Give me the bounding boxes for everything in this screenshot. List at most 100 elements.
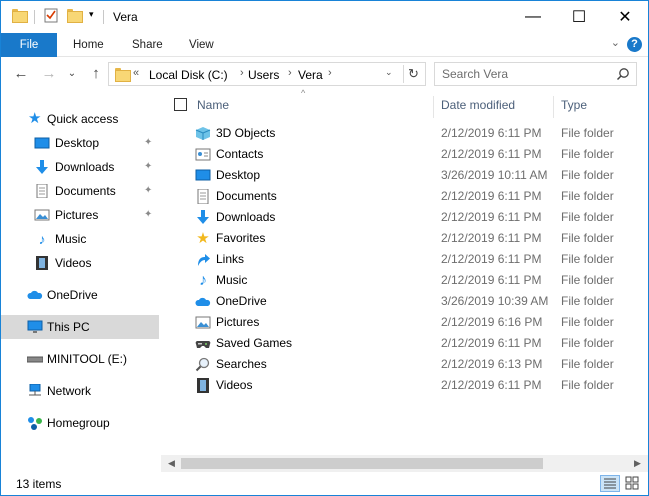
refresh-button[interactable]: ↻ [403,65,423,83]
maximize-button[interactable]: ☐ [556,1,602,33]
nav-item-videos[interactable]: Videos [1,251,159,275]
file-row-pictures[interactable]: Pictures 2/12/2019 6:16 PM File folder [161,312,648,333]
file-row-onedrive[interactable]: OneDrive 3/26/2019 10:39 AM File folder [161,291,648,312]
navigation-pane: ★ Quick access Desktop ✦ Downloads ✦ Doc… [1,92,161,472]
pictures-icon [34,209,50,221]
music-icon: ♪ [199,272,207,289]
nav-homegroup[interactable]: Homegroup [1,411,159,435]
breadcrumb-separator-icon[interactable]: › [288,67,292,79]
file-row-3d-objects[interactable]: 3D Objects 2/12/2019 6:11 PM File folder [161,123,648,144]
column-divider[interactable] [553,96,554,118]
column-divider[interactable] [433,96,434,118]
file-type: File folder [561,252,614,266]
pictures-icon [195,316,211,329]
file-type: File folder [561,336,614,350]
file-type: File folder [561,147,614,161]
file-name: Desktop [216,168,261,182]
sort-ascending-icon: ^ [301,88,306,98]
drive-icon [27,356,43,363]
file-row-saved-games[interactable]: Saved Games 2/12/2019 6:11 PM File folde… [161,333,648,354]
tab-file[interactable]: File [1,33,57,57]
nav-label: Videos [55,256,92,270]
window-title: Vera [113,10,138,24]
nav-item-music[interactable]: ♪ Music [1,227,159,251]
file-row-documents[interactable]: Documents 2/12/2019 6:11 PM File folder [161,186,648,207]
tab-share[interactable]: Share [118,33,177,57]
homegroup-icon [28,417,42,430]
file-type: File folder [561,231,614,245]
breadcrumb-separator-icon[interactable]: › [240,67,244,79]
nav-label: Network [47,384,92,398]
file-row-music[interactable]: ♪ Music 2/12/2019 6:11 PM File folder [161,270,648,291]
3d-objects-icon [195,127,211,140]
search-input[interactable] [435,63,611,85]
help-icon[interactable]: ? [627,37,642,52]
overflow-chevron-icon[interactable]: « [133,67,139,79]
file-row-desktop[interactable]: Desktop 3/26/2019 10:11 AM File folder [161,165,648,186]
minimize-button[interactable]: — [510,1,556,33]
file-row-links[interactable]: Links 2/12/2019 6:11 PM File folder [161,249,648,270]
file-type: File folder [561,168,614,182]
back-button[interactable]: ← [11,64,31,84]
address-bar[interactable]: « Local Disk (C:) › Users › Vera › ⌄ ↻ [108,62,426,86]
this-pc-icon [27,320,43,333]
forward-button[interactable]: → [39,64,59,84]
recent-locations-chevron-icon[interactable]: ⌄ [62,64,82,84]
breadcrumb-vera[interactable]: Vera [298,68,323,82]
large-icons-view-button[interactable] [623,475,643,492]
tab-home[interactable]: Home [59,33,118,57]
file-date: 2/12/2019 6:11 PM [441,252,542,266]
nav-network[interactable]: Network [1,379,159,403]
nav-label: Music [55,232,87,246]
nav-item-desktop[interactable]: Desktop ✦ [1,131,159,155]
nav-this-pc[interactable]: This PC [1,315,159,339]
horizontal-scrollbar[interactable]: ◀ ▶ [161,455,648,472]
details-view-button[interactable] [600,475,620,492]
file-row-downloads[interactable]: Downloads 2/12/2019 6:11 PM File folder [161,207,648,228]
breadcrumb-separator-icon[interactable]: › [328,67,332,79]
nav-quick-access[interactable]: ★ Quick access [1,107,159,131]
status-bar: 13 items [1,472,648,495]
nav-item-downloads[interactable]: Downloads ✦ [1,155,159,179]
new-folder-icon[interactable] [67,9,83,23]
nav-item-documents[interactable]: Documents ✦ [1,179,159,203]
file-date: 2/12/2019 6:11 PM [441,189,542,203]
breadcrumb-users[interactable]: Users [248,68,279,82]
nav-item-pictures[interactable]: Pictures ✦ [1,203,159,227]
up-button[interactable]: ↑ [86,64,106,84]
file-row-contacts[interactable]: Contacts 2/12/2019 6:11 PM File folder [161,144,648,165]
close-button[interactable]: ✕ [602,1,648,33]
file-date: 2/12/2019 6:11 PM [441,378,542,392]
onedrive-icon [27,290,43,299]
folder-icon [115,68,131,82]
scroll-right-arrow-icon[interactable]: ▶ [629,455,646,472]
properties-icon[interactable] [43,7,59,23]
column-header-name[interactable]: Name [197,92,229,118]
title-bar: ▾ Vera — ☐ ✕ [1,1,648,33]
scrollbar-thumb[interactable] [181,458,543,469]
file-row-favorites[interactable]: ★ Favorites 2/12/2019 6:11 PM File folde… [161,228,648,249]
select-all-checkbox[interactable] [174,98,187,111]
file-row-videos[interactable]: Videos 2/12/2019 6:11 PM File folder [161,375,648,396]
nav-minitool-drive[interactable]: MINITOOL (E:) [1,347,159,371]
scroll-left-arrow-icon[interactable]: ◀ [163,455,180,472]
column-header-type[interactable]: Type [561,92,587,118]
expand-ribbon-chevron-icon[interactable]: ⌄ [611,36,620,49]
pin-icon: ✦ [144,137,153,148]
nav-onedrive[interactable]: OneDrive [1,283,159,307]
breadcrumb-local-disk[interactable]: Local Disk (C:) [149,68,228,82]
file-date: 2/12/2019 6:13 PM [441,357,543,371]
tab-view[interactable]: View [175,33,228,57]
file-date: 3/26/2019 10:11 AM [441,168,548,182]
customize-toolbar-chevron-icon[interactable]: ▾ [89,9,94,20]
videos-icon [197,378,209,393]
file-explorer-window: ▾ Vera — ☐ ✕ File Home Share View ⌄ ? ← … [0,0,649,496]
nav-label: Homegroup [47,416,110,430]
file-type: File folder [561,126,614,140]
search-icon[interactable] [616,67,630,81]
saved-games-icon [195,341,211,348]
column-header-date-modified[interactable]: Date modified [441,92,515,118]
large-icons-view-icon [625,476,639,490]
file-row-searches[interactable]: Searches 2/12/2019 6:13 PM File folder [161,354,648,375]
address-dropdown-icon[interactable]: ⌄ [385,67,393,78]
